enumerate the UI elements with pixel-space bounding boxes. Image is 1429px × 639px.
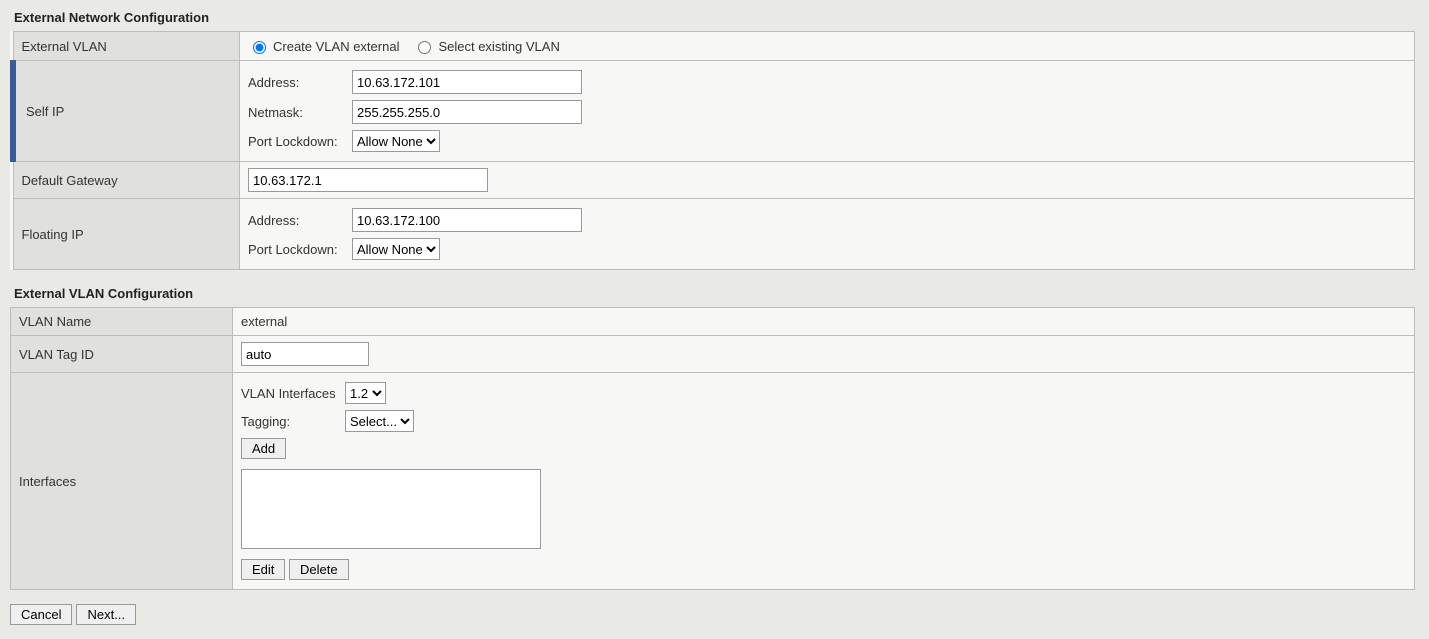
vlan-interfaces-label: VLAN Interfaces: [241, 379, 345, 407]
self-ip-netmask-input[interactable]: [352, 100, 582, 124]
radio-create-vlan[interactable]: [253, 41, 266, 54]
self-ip-portlock-select[interactable]: Allow None: [352, 130, 440, 152]
label-interfaces: Interfaces: [11, 373, 233, 590]
self-ip-portlock-label: Port Lockdown:: [248, 127, 352, 155]
floating-ip-address-label: Address:: [248, 205, 352, 235]
vlan-tag-id-input[interactable]: [241, 342, 369, 366]
interfaces-listbox[interactable]: [241, 469, 541, 549]
label-vlan-tag-id: VLAN Tag ID: [11, 336, 233, 373]
self-ip-address-input[interactable]: [352, 70, 582, 94]
label-external-vlan: External VLAN: [13, 32, 240, 61]
self-ip-address-label: Address:: [248, 67, 352, 97]
vlan-name-value: external: [233, 308, 1415, 336]
delete-button[interactable]: Delete: [289, 559, 349, 580]
external-vlan-table: VLAN Name external VLAN Tag ID Interface…: [10, 307, 1415, 590]
floating-ip-portlock-select[interactable]: Allow None: [352, 238, 440, 260]
floating-ip-address-input[interactable]: [352, 208, 582, 232]
default-gateway-input[interactable]: [248, 168, 488, 192]
edit-button[interactable]: Edit: [241, 559, 285, 580]
tagging-label: Tagging:: [241, 407, 345, 435]
cancel-button[interactable]: Cancel: [10, 604, 72, 625]
label-default-gateway: Default Gateway: [13, 162, 240, 199]
external-network-table: External VLAN Create VLAN external Selec…: [10, 31, 1415, 270]
add-button[interactable]: Add: [241, 438, 286, 459]
vlan-interfaces-select[interactable]: 1.2: [345, 382, 386, 404]
label-self-ip: Self IP: [13, 61, 240, 162]
label-vlan-name: VLAN Name: [11, 308, 233, 336]
next-button[interactable]: Next...: [76, 604, 136, 625]
section-title-ext-vlan: External VLAN Configuration: [10, 282, 1419, 307]
radio-select-vlan-label: Select existing VLAN: [438, 39, 559, 54]
tagging-select[interactable]: Select...: [345, 410, 414, 432]
radio-select-vlan[interactable]: [418, 41, 431, 54]
floating-ip-portlock-label: Port Lockdown:: [248, 235, 352, 263]
section-title-ext-net: External Network Configuration: [10, 6, 1419, 31]
self-ip-netmask-label: Netmask:: [248, 97, 352, 127]
label-floating-ip: Floating IP: [13, 199, 240, 270]
radio-create-vlan-label: Create VLAN external: [273, 39, 399, 54]
